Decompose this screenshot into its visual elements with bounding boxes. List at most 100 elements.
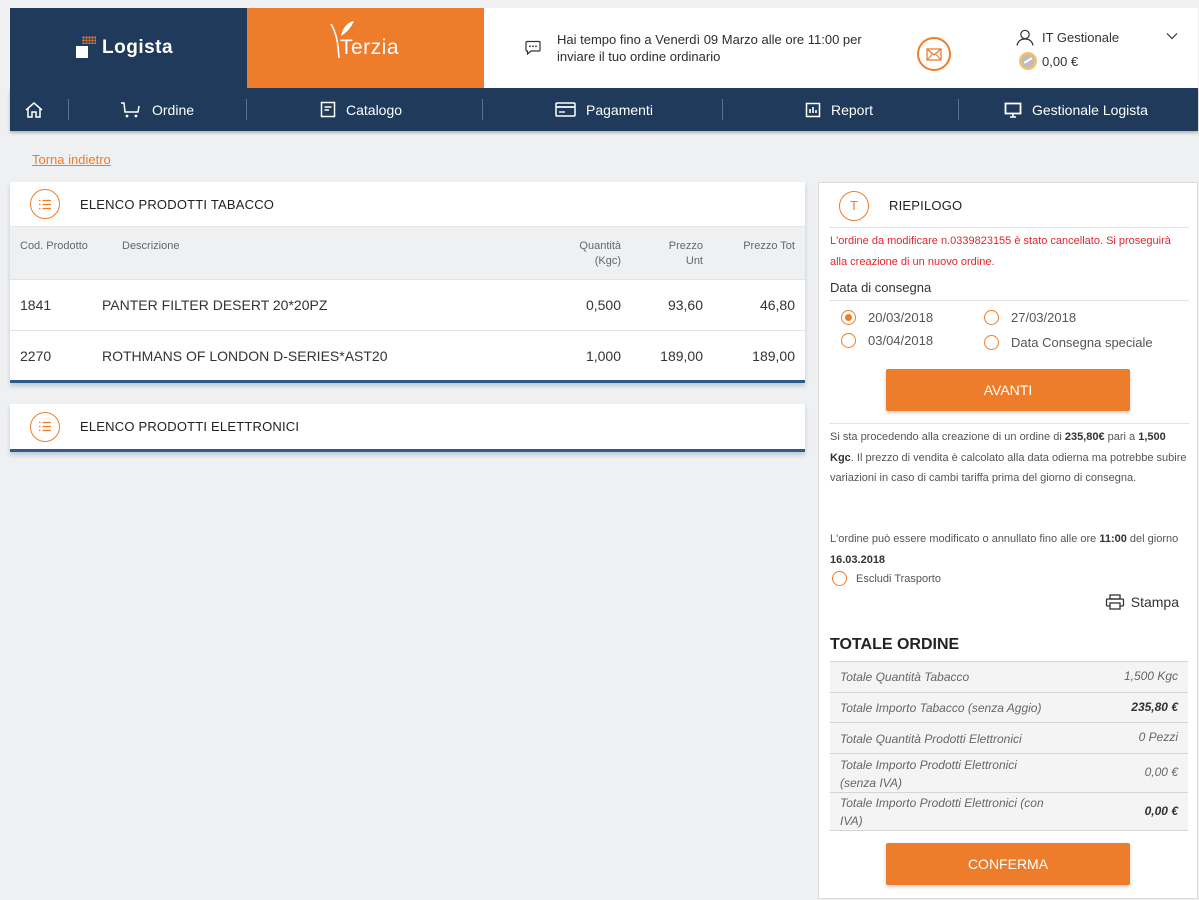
cancellation-warning: L'ordine da modificare n.0339823155 è st… xyxy=(830,235,1171,268)
col-code: Cod. Prodotto xyxy=(20,240,88,252)
summary-title: RIEPILOGO xyxy=(889,198,963,213)
catalog-icon xyxy=(320,101,336,118)
cell-total-price: 189,00 xyxy=(752,348,795,364)
printer-icon xyxy=(1105,594,1124,610)
order-total-title: TOTALE ORDINE xyxy=(830,636,960,653)
radio-button[interactable] xyxy=(984,310,999,325)
totals-row: Totale Importo Prodotti Elettronici (con… xyxy=(830,793,1188,831)
totals-value: 0,00 € xyxy=(1144,804,1178,818)
radio-button[interactable] xyxy=(832,571,847,586)
radio-button[interactable] xyxy=(984,335,999,350)
totals-label: Totale Importo Prodotti Elettronici (sen… xyxy=(840,758,1017,790)
col-quantity: Quantità (Kgc) xyxy=(579,240,621,267)
nav-label: Gestionale Logista xyxy=(1032,101,1148,118)
nav-home[interactable] xyxy=(24,88,44,131)
deadline-text: Hai tempo fino a Venerdì 09 Marzo alle o… xyxy=(557,32,862,64)
electronics-panel-header[interactable]: ELENCO PRODOTTI ELETTRONICI xyxy=(10,404,805,449)
cell-code: 1841 xyxy=(20,297,52,313)
delivery-option-03-04[interactable]: 03/04/2018 xyxy=(841,333,933,348)
user-name: IT Gestionale xyxy=(1042,30,1120,45)
nav-item-pagamenti[interactable]: Pagamenti xyxy=(555,88,653,131)
table-row[interactable]: 1841 PANTER FILTER DESERT 20*20PZ 0,500 … xyxy=(10,279,805,330)
nav-label: Catalogo xyxy=(346,101,403,118)
cell-code: 2270 xyxy=(20,348,52,364)
order-edit-deadline-text: L'ordine può essere modificato o annulla… xyxy=(830,533,1179,566)
cell-quantity: 1,000 xyxy=(585,348,621,364)
top-header: Logista Terzia Hai tempo fino a Venerdì … xyxy=(10,8,1198,88)
user-icon xyxy=(1016,29,1034,46)
radio-label: 27/03/2018 xyxy=(1011,310,1077,325)
nav-separator xyxy=(722,99,723,120)
card-icon xyxy=(555,102,576,117)
envelope-icon xyxy=(926,47,942,61)
totals-row: Totale Quantità Prodotti Elettronici 0 P… xyxy=(830,723,1188,754)
totals-label: Totale Quantità Tabacco xyxy=(840,670,970,684)
order-totals-table: Totale Quantità Tabacco 1,500 Kgc Totale… xyxy=(830,661,1188,831)
exclude-transport-option[interactable]: Escludi Trasporto xyxy=(832,571,941,586)
next-button[interactable]: AVANTI xyxy=(886,369,1130,411)
cell-description: ROTHMANS OF LONDON D-SERIES*AST20 xyxy=(102,348,388,364)
divider xyxy=(829,423,1189,424)
back-link[interactable]: Torna indietro xyxy=(32,152,111,167)
monitor-icon xyxy=(1004,102,1022,118)
col-unit-price: Prezzo Unt xyxy=(668,240,703,267)
electronics-panel-title: ELENCO PRODOTTI ELETTRONICI xyxy=(80,419,300,434)
divider xyxy=(829,300,1189,301)
nav-separator xyxy=(482,99,483,120)
confirm-button[interactable]: CONFERMA xyxy=(886,843,1130,885)
nav-label: Pagamenti xyxy=(586,101,653,118)
radio-button[interactable] xyxy=(841,310,856,325)
tobacco-panel-title: ELENCO PRODOTTI TABACCO xyxy=(80,196,275,212)
logista-logo[interactable]: Logista xyxy=(10,8,247,88)
order-summary-panel: T RIEPILOGO L'ordine da modificare n.033… xyxy=(818,182,1198,899)
totals-label: Totale Importo Tabacco (senza Aggio) xyxy=(840,701,1042,715)
user-menu[interactable]: IT Gestionale 0,00 € xyxy=(1016,28,1194,78)
home-icon xyxy=(25,101,43,118)
logista-mark-icon xyxy=(76,36,96,58)
chevron-down-icon[interactable] xyxy=(1166,32,1178,40)
logista-logo-text: Logista xyxy=(102,37,174,58)
main-navigation: Ordine Catalogo Pagamenti Report Gestion… xyxy=(10,88,1198,131)
list-icon xyxy=(30,189,60,219)
totals-label: Totale Quantità Prodotti Elettronici xyxy=(840,732,1022,746)
terzia-logo[interactable]: Terzia xyxy=(247,8,484,88)
radio-button[interactable] xyxy=(841,333,856,348)
terzia-logo-text: Terzia xyxy=(340,36,400,59)
nav-item-report[interactable]: Report xyxy=(805,88,873,131)
print-button[interactable]: Stampa xyxy=(1105,594,1179,610)
delivery-option-20-03[interactable]: 20/03/2018 xyxy=(841,310,933,325)
nav-label: Ordine xyxy=(152,101,195,118)
totals-label: Totale Importo Prodotti Elettronici (con… xyxy=(840,796,1044,828)
nav-separator xyxy=(958,99,959,120)
table-header: Cod. Prodotto Descrizione Quantità (Kgc)… xyxy=(10,227,805,279)
delivery-option-27-03[interactable]: 27/03/2018 xyxy=(984,310,1076,325)
wallet-balance: 0,00 € xyxy=(1042,54,1079,69)
totals-value: 0 Pezzi xyxy=(1138,730,1178,744)
tobacco-products-panel: ELENCO PRODOTTI TABACCO Cod. Prodotto De… xyxy=(10,182,805,383)
tobacco-panel-header[interactable]: ELENCO PRODOTTI TABACCO xyxy=(10,182,805,227)
cell-total-price: 46,80 xyxy=(759,297,795,313)
cell-unit-price: 189,00 xyxy=(660,348,703,364)
nav-item-catalogo[interactable]: Catalogo xyxy=(320,88,402,131)
col-total-price: Prezzo Tot xyxy=(743,240,795,252)
table-row[interactable]: 2270 ROTHMANS OF LONDON D-SERIES*AST20 1… xyxy=(10,330,805,381)
cell-unit-price: 93,60 xyxy=(667,297,703,313)
order-info-text: Si sta procedendo alla creazione di un o… xyxy=(830,431,1187,484)
cell-description: PANTER FILTER DESERT 20*20PZ xyxy=(102,297,328,313)
exclude-transport-label: Escludi Trasporto xyxy=(856,572,941,585)
radio-label: 20/03/2018 xyxy=(868,310,934,325)
nav-label: Report xyxy=(831,101,874,118)
nav-item-ordine[interactable]: Ordine xyxy=(120,88,194,131)
col-description: Descrizione xyxy=(122,240,180,252)
delivery-date-label: Data di consegna xyxy=(830,280,932,295)
wallet-icon xyxy=(1019,52,1037,70)
delivery-option-special[interactable]: Data Consegna speciale xyxy=(984,335,1153,350)
summary-letter-icon: T xyxy=(839,190,869,221)
radio-label: Data Consegna speciale xyxy=(1011,335,1153,350)
totals-value: 1,500 Kgc xyxy=(1123,669,1178,683)
report-icon xyxy=(805,102,821,117)
print-label: Stampa xyxy=(1130,594,1179,610)
messages-button[interactable] xyxy=(917,37,951,71)
nav-item-gestionale-logista[interactable]: Gestionale Logista xyxy=(1004,88,1148,131)
nav-separator xyxy=(246,99,247,120)
